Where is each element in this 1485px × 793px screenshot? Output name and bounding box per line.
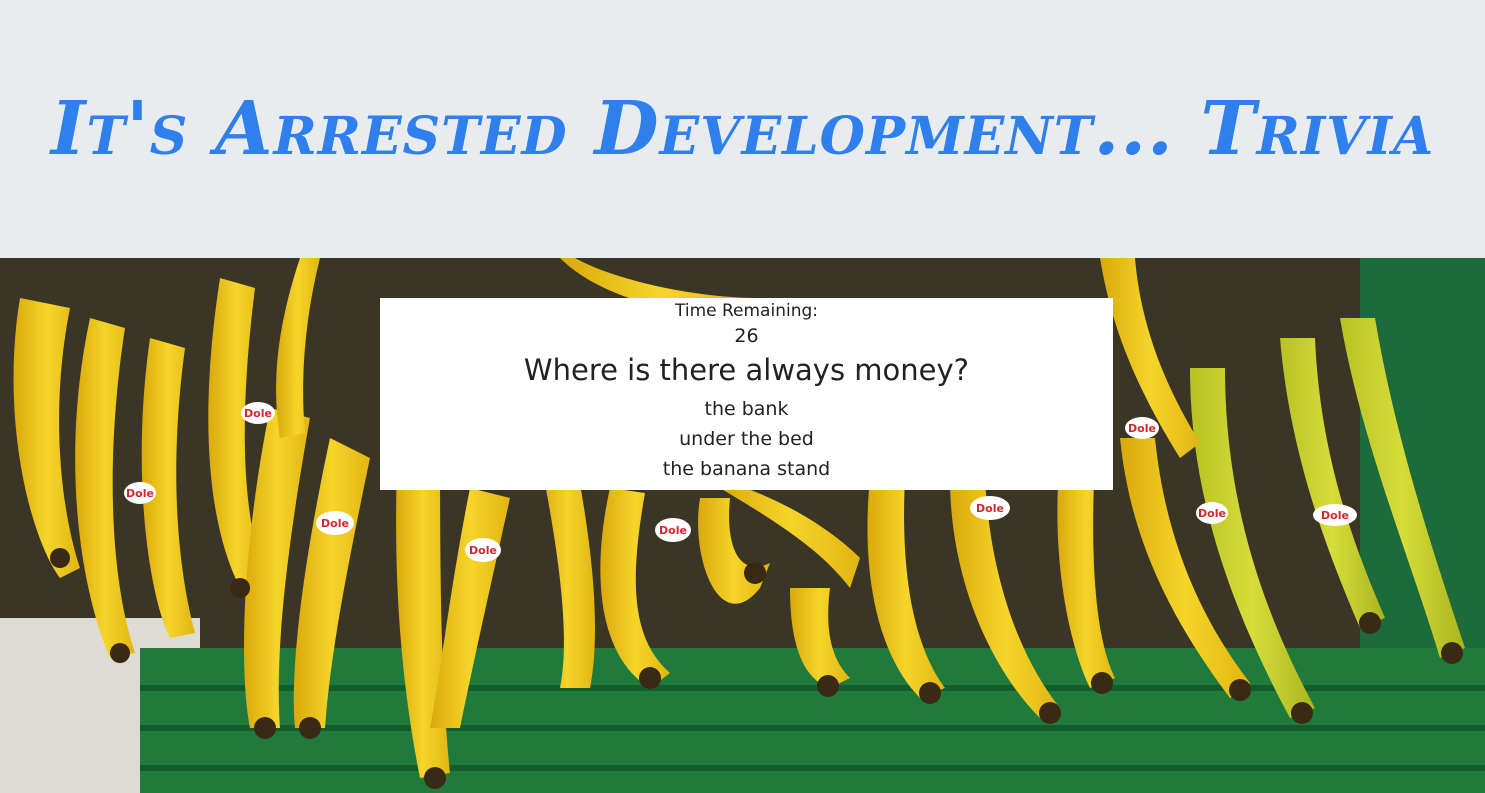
- answer-list: the bank under the bed the banana stand: [380, 394, 1113, 484]
- header: It's Arrested Development... Trivia: [0, 0, 1485, 258]
- svg-text:Dole: Dole: [244, 407, 272, 420]
- svg-text:Dole: Dole: [469, 544, 497, 557]
- timer-value: 26: [734, 325, 759, 347]
- page-title: It's Arrested Development... Trivia: [50, 86, 1435, 172]
- quiz-card: Time Remaining: 26 Where is there always…: [380, 298, 1113, 490]
- answer-option-under-bed[interactable]: under the bed: [380, 424, 1113, 454]
- question-text: Where is there always money?: [523, 353, 970, 387]
- svg-text:Dole: Dole: [1198, 507, 1226, 520]
- answer-option-bank[interactable]: the bank: [380, 394, 1113, 424]
- svg-text:Dole: Dole: [1321, 509, 1349, 522]
- svg-text:Dole: Dole: [976, 502, 1004, 515]
- timer-label: Time Remaining:: [674, 301, 818, 321]
- svg-text:Dole: Dole: [126, 487, 154, 500]
- svg-text:Dole: Dole: [659, 524, 687, 537]
- svg-text:Dole: Dole: [321, 517, 349, 530]
- answer-option-banana-stand[interactable]: the banana stand: [380, 454, 1113, 484]
- svg-text:Dole: Dole: [1128, 422, 1156, 435]
